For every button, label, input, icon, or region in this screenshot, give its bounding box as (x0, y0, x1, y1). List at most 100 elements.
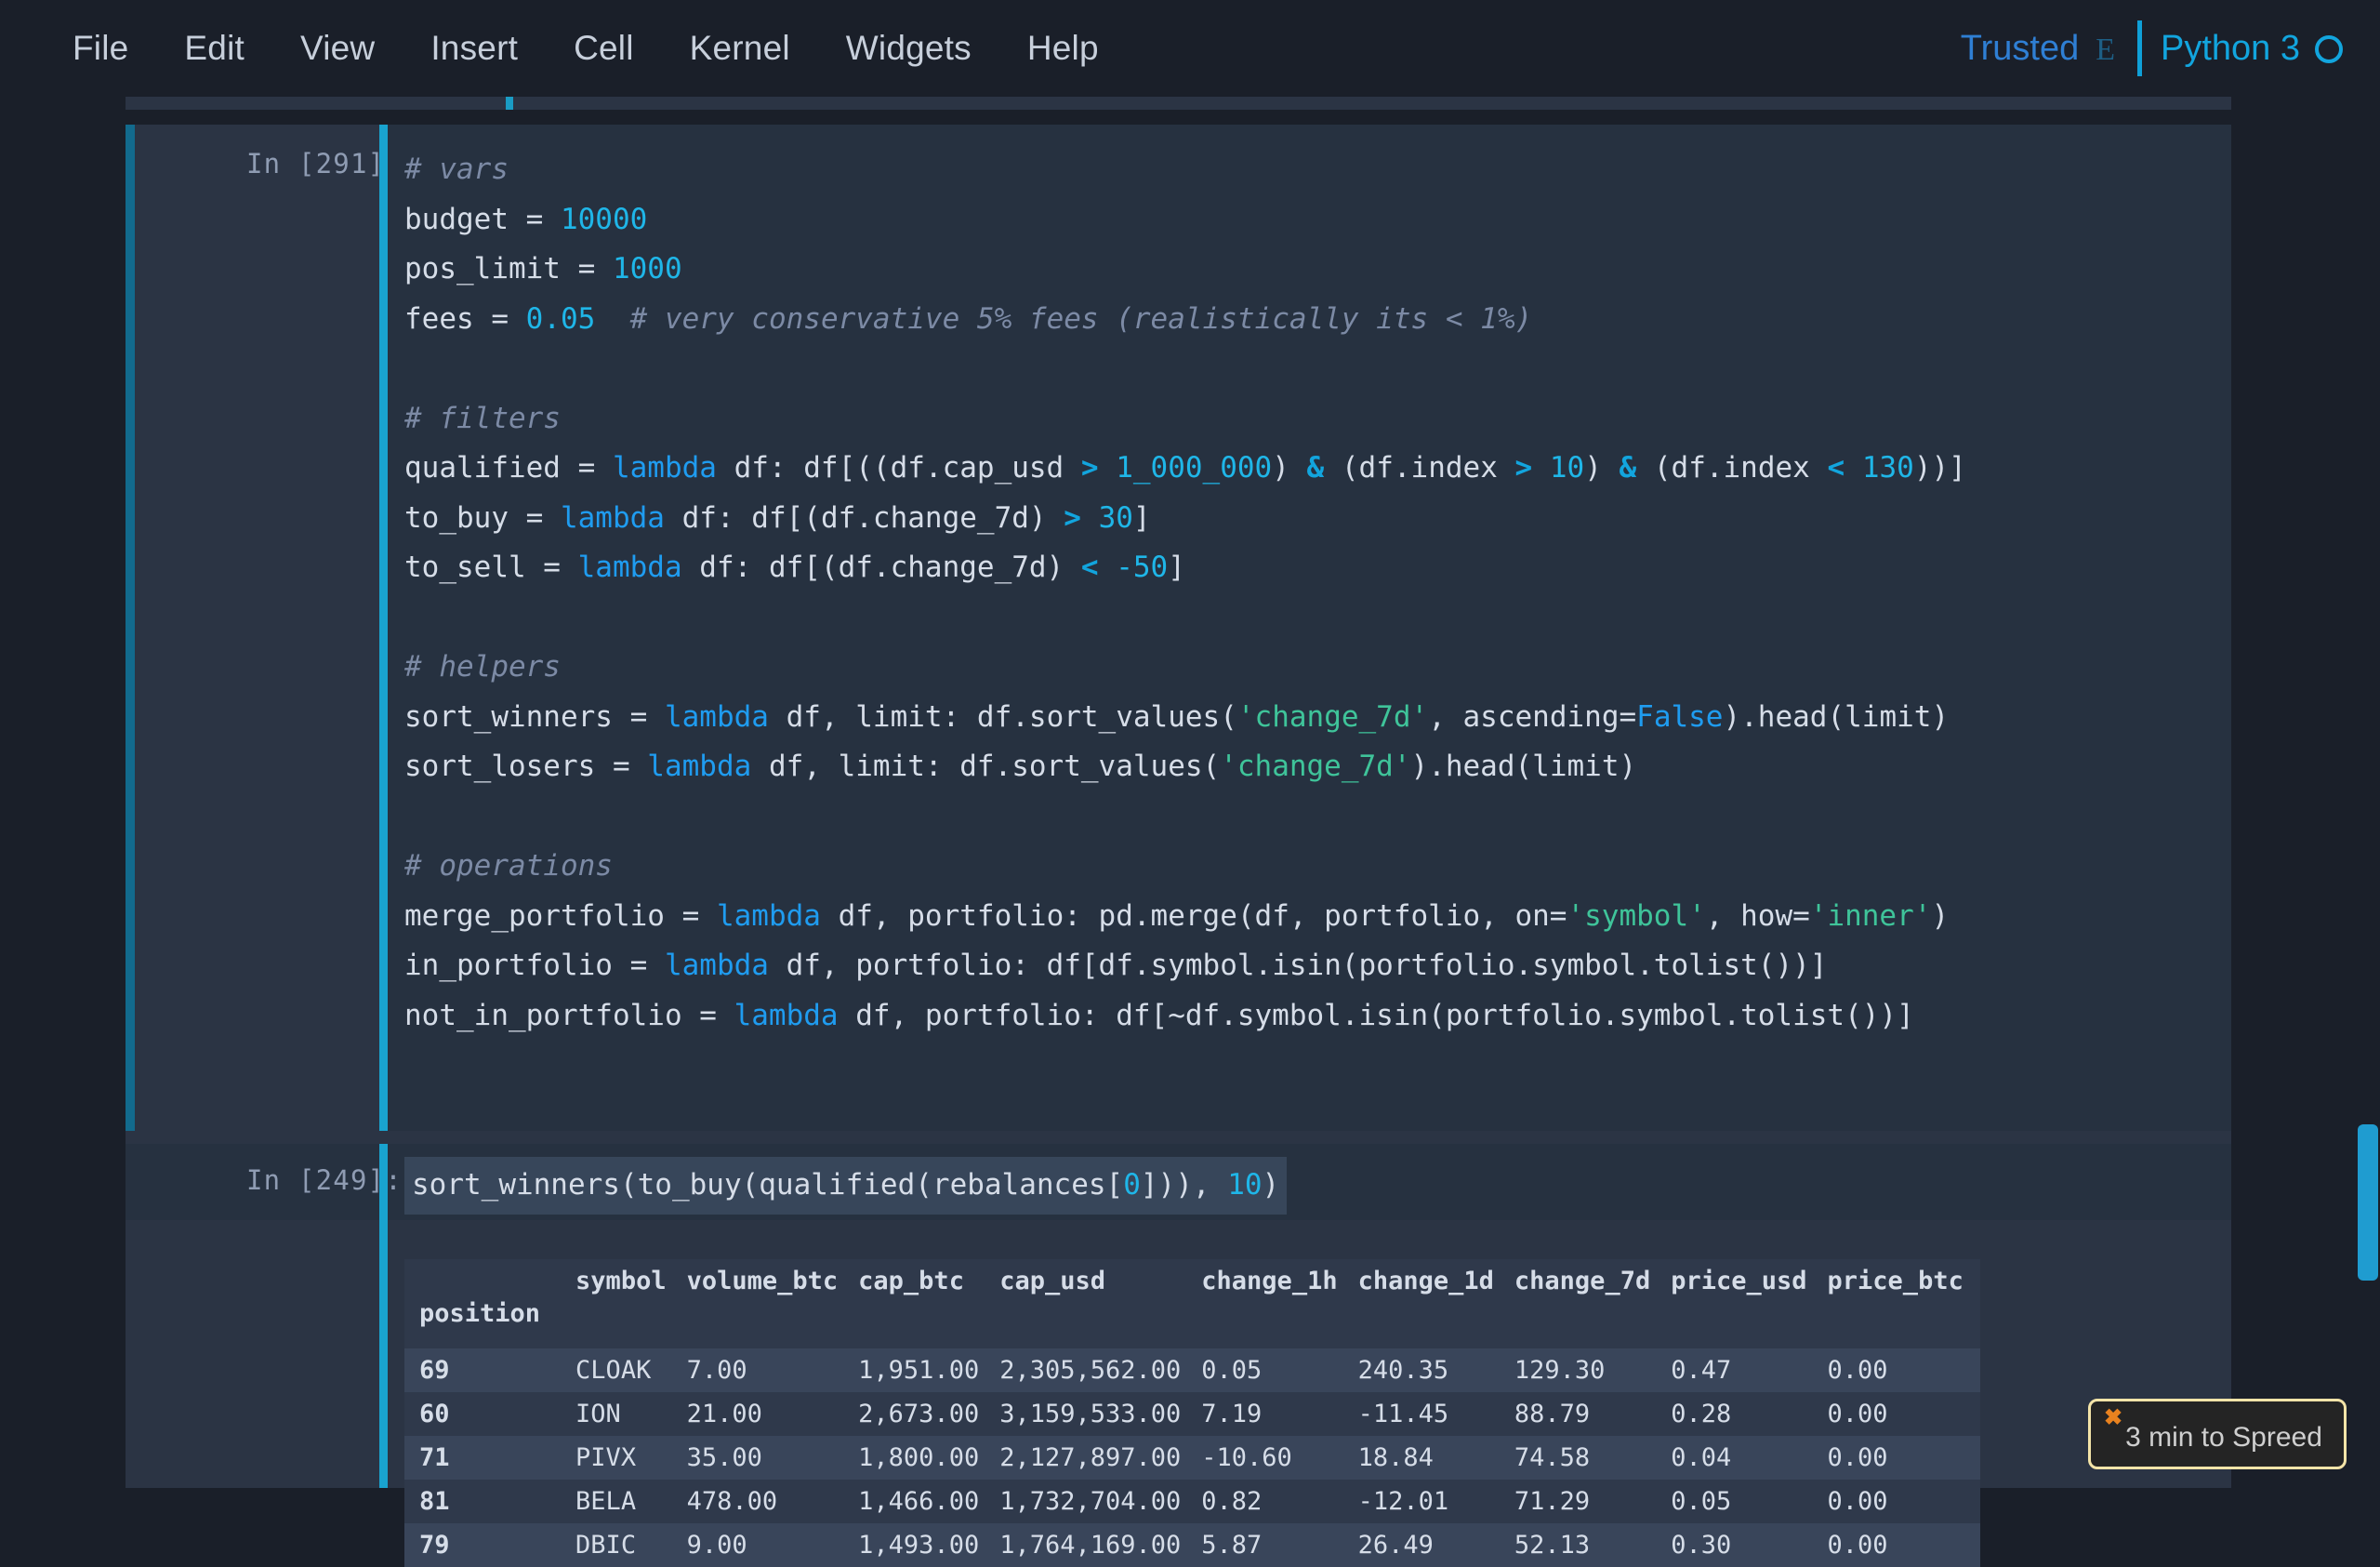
code-token: 0.05 (526, 302, 596, 336)
menu-item-widgets[interactable]: Widgets (818, 20, 999, 77)
code-line: sort_losers = lambda df, limit: df.sort_… (404, 742, 2231, 792)
table-column-header: change_1d (1355, 1259, 1511, 1299)
menu-item-kernel[interactable]: Kernel (662, 20, 818, 77)
code-token: df, portfolio: pd.merge(df, portfolio, o… (821, 899, 1567, 933)
table-cell: 0.00 (1824, 1436, 1980, 1480)
code-token: > (1515, 451, 1533, 485)
code-token: 10 (1227, 1168, 1262, 1202)
code-line: budget = 10000 (404, 195, 2231, 246)
code-token: lambda (613, 451, 717, 485)
trusted-label: Trusted (1961, 29, 2079, 69)
code-token: df, limit: df.sort_values( (769, 700, 1237, 734)
table-cell: 1,800.00 (854, 1436, 996, 1480)
table-column-header: volume_btc (683, 1259, 855, 1299)
code-token: lambda (647, 750, 751, 783)
table-cell: 2,127,897.00 (996, 1436, 1197, 1480)
table-cell: 0.00 (1824, 1348, 1980, 1392)
close-icon[interactable]: ✖ (2104, 1407, 2122, 1429)
table-corner-cell (404, 1259, 572, 1299)
dataframe-output-table: symbolvolume_btccap_btccap_usdchange_1hc… (404, 1259, 1980, 1567)
code-token: 'symbol' (1567, 899, 1705, 933)
menu-divider (2137, 20, 2142, 76)
code-line: qualified = lambda df: df[((df.cap_usd >… (404, 444, 2231, 494)
vertical-scrollbar-thumb[interactable] (2358, 1124, 2378, 1281)
table-row: 71PIVX35.001,800.002,127,897.00-10.6018.… (404, 1436, 1980, 1480)
table-column-header: change_1h (1197, 1259, 1354, 1299)
code-line (404, 593, 2231, 644)
code-token: df: df[(df.change_7d) (682, 551, 1081, 584)
menu-item-edit[interactable]: Edit (156, 20, 272, 77)
code-line: sort_winners(to_buy(qualified(rebalances… (412, 1161, 1279, 1211)
table-row-index: 79 (404, 1523, 572, 1567)
table-cell: 9.00 (683, 1523, 855, 1567)
code-token: 1000 (613, 252, 682, 286)
code-token: df: df[((df.cap_usd (717, 451, 1081, 485)
table-cell: BELA (572, 1480, 683, 1523)
code-token: sort_winners = (404, 700, 665, 734)
code-cell-2[interactable]: In [249]: sort_winners(to_buy(qualified(… (126, 1144, 2231, 1488)
trusted-indicator[interactable]: Trusted E (1961, 29, 2135, 69)
cell-1-code-edge-bar (379, 125, 388, 1131)
code-token: 10 (1550, 451, 1584, 485)
code-token: > (1064, 501, 1081, 535)
code-token: 'change_7d' (1220, 750, 1410, 783)
kernel-indicator[interactable]: Python 3 (2161, 29, 2343, 69)
code-cell-1[interactable]: In [291]: # varsbudget = 10000pos_limit … (126, 125, 2231, 1131)
cell-2-code-edge-bar (379, 1144, 388, 1488)
table-cell: 1,764,169.00 (996, 1523, 1197, 1567)
menu-item-view[interactable]: View (272, 20, 403, 77)
table-column-header: symbol (572, 1259, 683, 1299)
table-cell: 1,732,704.00 (996, 1480, 1197, 1523)
table-cell: 5.87 (1197, 1523, 1354, 1567)
code-token: 0 (1123, 1168, 1141, 1202)
code-token: ) (1272, 451, 1306, 485)
table-cell: 0.04 (1667, 1436, 1823, 1480)
code-token: lambda (734, 999, 839, 1032)
previous-cell-code-bar (506, 97, 513, 110)
code-line: fees = 0.05 # very conservative 5% fees … (404, 295, 2231, 345)
code-line: not_in_portfolio = lambda df, portfolio:… (404, 991, 2231, 1042)
table-cell: 3,159,533.00 (996, 1392, 1197, 1436)
menu-item-help[interactable]: Help (999, 20, 1127, 77)
code-token: df, portfolio: df[df.symbol.isin(portfol… (769, 949, 1827, 982)
table-head: symbolvolume_btccap_btccap_usdchange_1hc… (404, 1259, 1980, 1348)
code-line: in_portfolio = lambda df, portfolio: df[… (404, 941, 2231, 991)
cell-2-code-editor[interactable]: sort_winners(to_buy(qualified(rebalances… (404, 1157, 1287, 1215)
code-token: (df.index (1636, 451, 1827, 485)
code-token: ) (1931, 899, 1949, 933)
code-token: < (1081, 551, 1099, 584)
code-token: df: df[(df.change_7d) (665, 501, 1064, 535)
code-token: 130 (1862, 451, 1914, 485)
table-body: 69CLOAK7.001,951.002,305,562.000.05240.3… (404, 1348, 1980, 1567)
code-token (1532, 451, 1550, 485)
table-cell: -10.60 (1197, 1436, 1354, 1480)
table-row: 79DBIC9.001,493.001,764,169.005.8726.495… (404, 1523, 1980, 1567)
menu-item-file[interactable]: File (45, 20, 156, 77)
table-cell: 7.19 (1197, 1392, 1354, 1436)
code-token: to_sell = (404, 551, 578, 584)
code-line: # helpers (404, 643, 2231, 693)
table-cell: 0.00 (1824, 1523, 1980, 1567)
menu-item-insert[interactable]: Insert (403, 20, 546, 77)
code-line: pos_limit = 1000 (404, 245, 2231, 295)
table-cell: 18.84 (1355, 1436, 1511, 1480)
code-token (1844, 451, 1862, 485)
notification-toast[interactable]: ✖ 3 min to Spreed (2088, 1399, 2347, 1469)
table-cell: 478.00 (683, 1480, 855, 1523)
table-cell: 0.82 (1197, 1480, 1354, 1523)
table-index-name: position (404, 1299, 572, 1348)
previous-cell-sliver[interactable] (126, 97, 2231, 110)
vertical-scrollbar-track[interactable] (2356, 97, 2380, 1488)
cell-1-code-editor[interactable]: # varsbudget = 10000pos_limit = 1000fees… (388, 125, 2231, 1131)
code-token: qualified = (404, 451, 613, 485)
code-token: , how= (1706, 899, 1810, 933)
code-token: # filters (404, 402, 561, 435)
code-token (595, 302, 629, 336)
code-token: merge_portfolio = (404, 899, 717, 933)
table-cell: 21.00 (683, 1392, 855, 1436)
code-line: sort_winners = lambda df, limit: df.sort… (404, 693, 2231, 743)
code-token: False (1636, 700, 1723, 734)
table-cell: 52.13 (1511, 1523, 1667, 1567)
code-token: in_portfolio = (404, 949, 665, 982)
menu-item-cell[interactable]: Cell (546, 20, 662, 77)
